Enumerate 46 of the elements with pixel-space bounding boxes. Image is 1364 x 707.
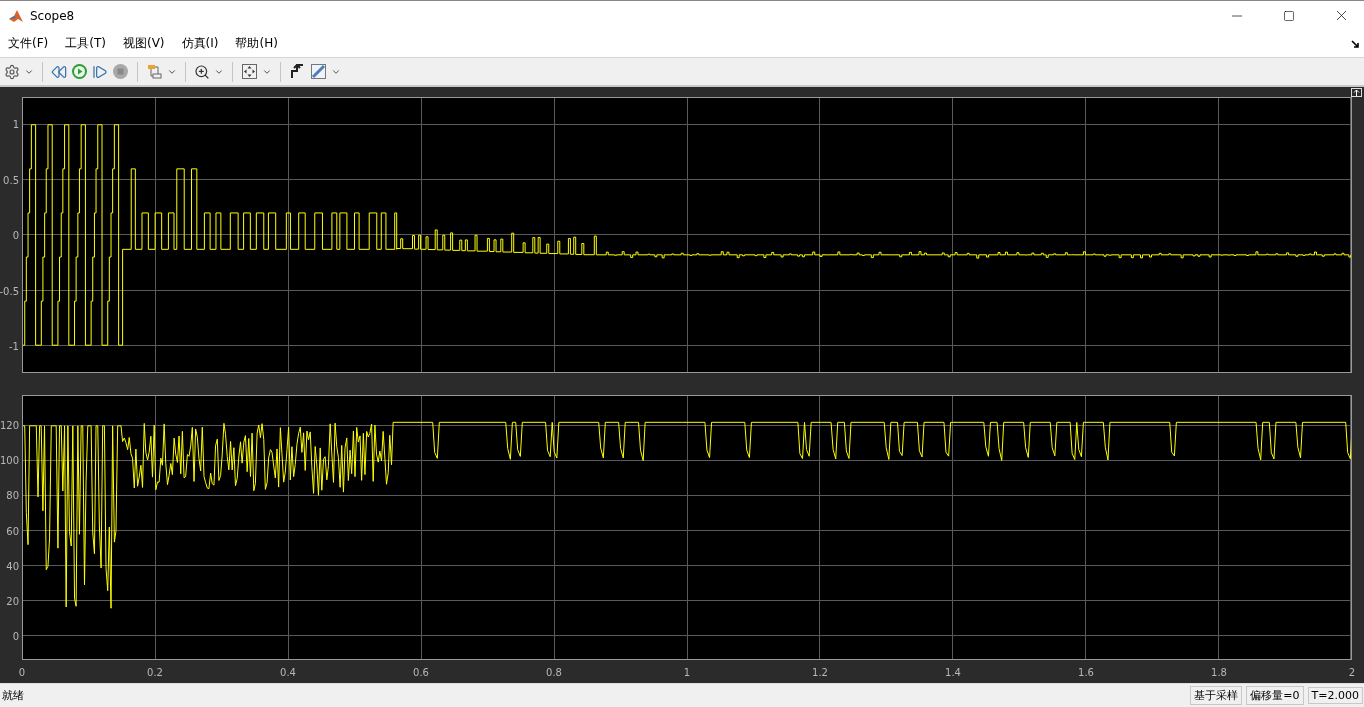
axis-tick-label: -1 xyxy=(9,340,19,352)
axis-tick-label: 0.8 xyxy=(546,667,562,678)
undock-icon[interactable] xyxy=(1351,88,1362,97)
axis-tick-label: 100 xyxy=(0,454,19,466)
axis-tick-label: 40 xyxy=(6,560,19,572)
axis-tick-label: 1 xyxy=(12,118,19,130)
axis-tick-label: 20 xyxy=(6,595,19,607)
axis-tick-label: 0.6 xyxy=(413,667,429,678)
dock-arrow-icon[interactable] xyxy=(1351,40,1360,49)
axis-tick-label: 0 xyxy=(12,229,19,241)
axis-tick-label: 1.2 xyxy=(812,667,828,678)
menu-item[interactable]: 仿真(I) xyxy=(181,35,219,52)
menu-item[interactable]: 文件(F) xyxy=(8,35,49,52)
axis-tick-label: 120 xyxy=(0,419,19,431)
menu-item[interactable]: 视图(V) xyxy=(122,35,165,52)
axis-tick-label: -0.5 xyxy=(0,285,19,296)
window-title: Scope8 xyxy=(30,8,76,23)
axis-tick-label: 2 xyxy=(1348,667,1356,678)
zoom-in-icon[interactable] xyxy=(194,63,210,80)
axis-tick-label: 0.4 xyxy=(280,667,296,678)
fit-to-view-icon[interactable] xyxy=(241,63,258,80)
run-icon[interactable] xyxy=(71,63,88,80)
triggers-icon[interactable] xyxy=(289,63,306,80)
status-message: 就绪 xyxy=(2,688,25,703)
axis-tick-label: 1.4 xyxy=(945,667,961,678)
axis-tick-label: 1.8 xyxy=(1211,667,1227,678)
axis-tick-label: 1 xyxy=(683,667,691,678)
signal-highlight-icon[interactable] xyxy=(146,63,163,80)
axis-tick-label: 60 xyxy=(6,525,19,536)
menu-item[interactable]: 帮助(H) xyxy=(235,35,278,52)
menu-item[interactable]: 工具(T) xyxy=(65,35,106,52)
maximize-icon[interactable] xyxy=(1283,9,1295,22)
status-field: 偏移量=0 xyxy=(1246,686,1304,705)
axis-tick-label: 1.6 xyxy=(1078,667,1094,678)
axis-tick-label: 0 xyxy=(12,630,19,642)
step-back-icon[interactable] xyxy=(51,63,67,80)
axis-tick-label: 0 xyxy=(18,667,26,678)
step-forward-icon[interactable] xyxy=(92,63,108,80)
status-field: T=2.000 xyxy=(1307,687,1363,704)
stop-icon[interactable] xyxy=(112,63,129,80)
settings-icon[interactable] xyxy=(4,63,20,80)
status-field: 基于采样 xyxy=(1190,686,1243,705)
axis-tick-label: 0.2 xyxy=(147,667,163,678)
axis-tick-label: 0.5 xyxy=(3,174,19,185)
ruler-icon[interactable] xyxy=(310,63,327,80)
axis-tick-label: 80 xyxy=(6,489,19,501)
